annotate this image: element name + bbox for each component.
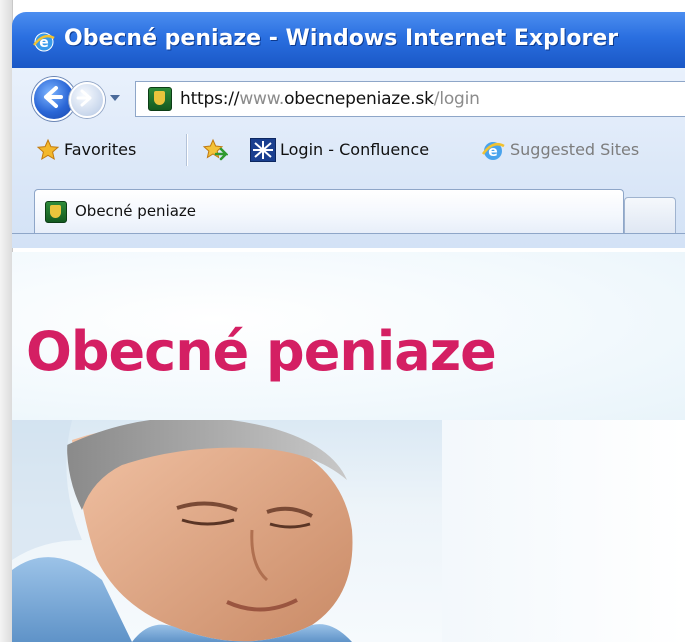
tab-label: Obecné peniaze [75, 202, 197, 220]
site-favicon-icon [148, 87, 172, 111]
favorites-link-confluence[interactable]: Login - Confluence [280, 140, 429, 159]
favorites-star-icon[interactable] [36, 138, 60, 162]
hero-background [442, 420, 685, 642]
add-favorites-icon[interactable] [202, 138, 228, 162]
forward-icon [76, 89, 92, 107]
browser-chrome: https://www.obecnepeniaze.sk/login Favor… [12, 68, 685, 248]
url-host: obecnepeniaze.sk [284, 89, 434, 109]
tab-obecne-peniaze[interactable]: Obecné peniaze [34, 189, 624, 234]
hero-image [12, 420, 685, 642]
back-icon [44, 86, 63, 108]
chevron-down-icon[interactable] [107, 90, 123, 106]
ie-logo-icon: e [33, 32, 55, 52]
suggested-sites-icon: e [481, 142, 505, 160]
favorites-separator [186, 134, 188, 166]
favorites-link-suggested-sites[interactable]: Suggested Sites [510, 140, 639, 159]
hero-photo-man [12, 420, 353, 642]
site-logo[interactable]: Obecné peniaze [26, 320, 497, 383]
window-titlebar: e Obecné peniaze - Windows Internet Expl… [12, 12, 685, 68]
url-text[interactable]: https://www.obecnepeniaze.sk/login [180, 89, 480, 109]
tab-favicon-icon [45, 201, 67, 223]
new-tab-button[interactable] [624, 197, 676, 234]
url-prefix: www. [239, 89, 285, 109]
window-title: Obecné peniaze - Windows Internet Explor… [64, 26, 619, 51]
navigation-row: https://www.obecnepeniaze.sk/login [12, 68, 685, 126]
tab-strip: Obecné peniaze [12, 180, 685, 248]
favorites-button[interactable]: Favorites [64, 140, 136, 159]
address-bar[interactable]: https://www.obecnepeniaze.sk/login [135, 81, 685, 117]
page-header: Obecné peniaze [12, 252, 685, 420]
forward-button[interactable] [69, 82, 105, 118]
confluence-icon [250, 138, 276, 162]
favorites-bar: Favorites Login - Confluence e Suggested… [12, 130, 685, 170]
tab-baseline [12, 233, 685, 234]
url-scheme: https:// [180, 89, 240, 109]
url-path: /login [433, 89, 480, 109]
page-content: Obecné peniaze [12, 252, 685, 642]
